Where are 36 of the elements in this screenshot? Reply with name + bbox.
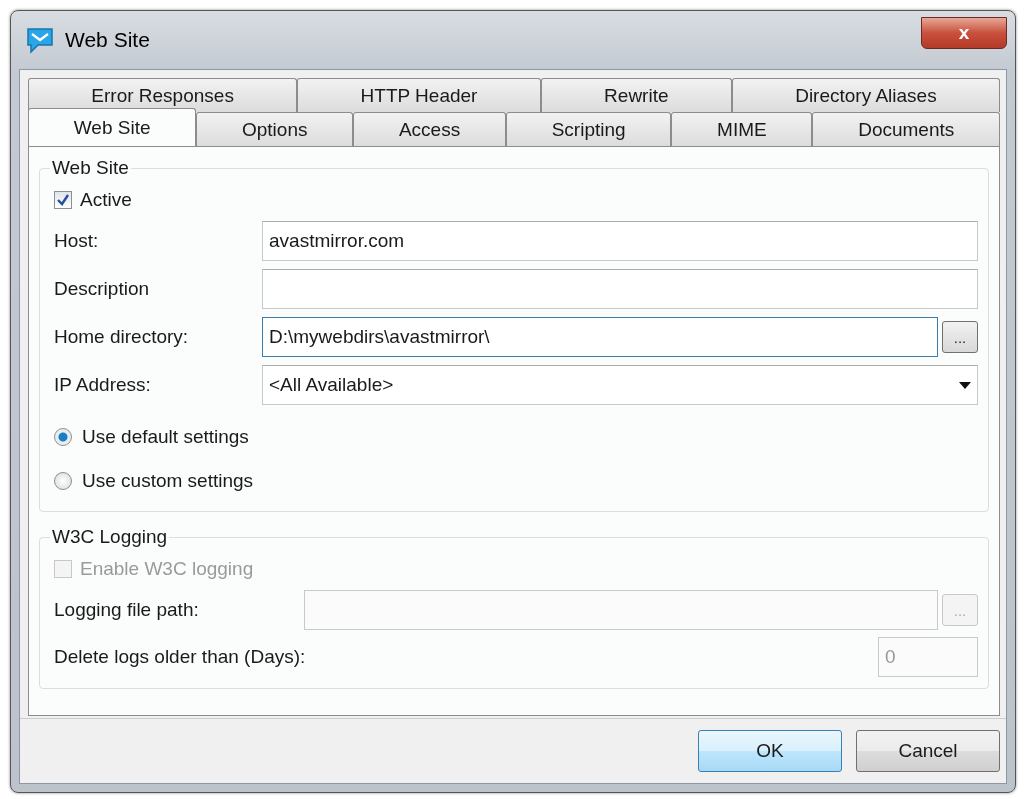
checkbox-label: Active [80, 189, 132, 211]
tab[interactable]: Documents [812, 112, 1001, 146]
dropdown-arrow-icon [959, 381, 971, 389]
text-field[interactable]: avastmirror.com [262, 221, 978, 261]
tab[interactable]: Access [353, 112, 506, 146]
radio-label: Use default settings [82, 426, 249, 448]
group-title: W3C Logging [51, 526, 169, 548]
field-label: Description [54, 278, 151, 300]
field-label: Home directory: [54, 326, 190, 348]
field-label: IP Address: [54, 374, 152, 396]
tab[interactable]: HTTP Header [297, 78, 541, 112]
text-field[interactable] [262, 269, 978, 309]
group-title: Web Site [51, 157, 130, 179]
field-label: Logging file path: [54, 599, 200, 621]
checkbox-label: Enable W3C logging [80, 558, 254, 580]
close-button[interactable]: x [921, 17, 1007, 49]
tab[interactable]: Options [196, 112, 354, 146]
dropdown[interactable]: <All Available> [262, 365, 978, 405]
tab[interactable]: Web Site [28, 108, 197, 146]
tab[interactable]: Error Responses [28, 78, 298, 112]
tab[interactable]: Scripting [505, 112, 672, 146]
browse-button[interactable]: ... [942, 321, 978, 353]
field-label: Delete logs older than (Days): [54, 646, 306, 668]
tab[interactable]: MIME [671, 112, 813, 146]
dialog-button[interactable]: Cancel [856, 730, 1000, 772]
checkbox[interactable] [54, 191, 72, 209]
text-field[interactable]: D:\mywebdirs\avastmirror\ [262, 317, 938, 357]
speech-bubble-icon [25, 26, 55, 54]
dialog-button[interactable]: OK [698, 730, 842, 772]
field-label: Host: [54, 230, 100, 252]
window-title: Web Site [65, 28, 150, 52]
tab[interactable]: Rewrite [540, 78, 732, 112]
tab[interactable]: Directory Aliases [731, 78, 1000, 112]
radio-button[interactable] [54, 428, 72, 446]
radio-button[interactable] [54, 472, 72, 490]
radio-label: Use custom settings [82, 470, 254, 492]
